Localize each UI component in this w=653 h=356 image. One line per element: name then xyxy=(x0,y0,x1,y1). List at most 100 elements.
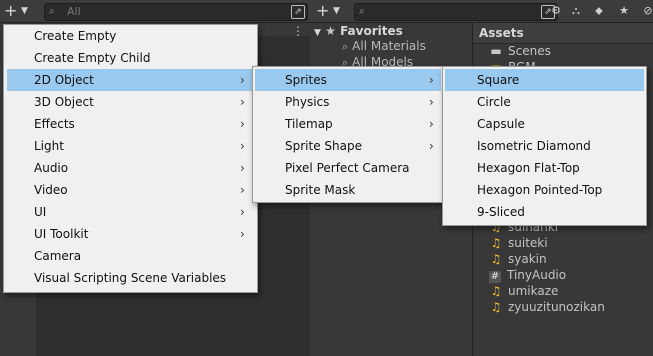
favorite-label: All Materials xyxy=(352,39,426,53)
more-options-icon[interactable]: ⋮ xyxy=(292,24,304,38)
assets-header: Assets xyxy=(473,23,653,44)
menu-item-3d-object[interactable]: 3D Object › xyxy=(4,91,257,113)
menu-item-label: Light xyxy=(34,139,64,153)
chevron-right-icon: › xyxy=(240,183,245,197)
menu-item-create-empty[interactable]: Create Empty xyxy=(4,25,257,47)
hierarchy-toolbar: + ▼ ⌕ All ⇗ xyxy=(0,0,310,23)
hierarchy-search-input[interactable]: ⌕ All ⇗ xyxy=(44,3,308,21)
menu-item-create-empty-child[interactable]: Create Empty Child xyxy=(4,47,257,69)
favorite-star-icon[interactable]: ★ xyxy=(616,3,632,19)
search-icon: ⌕ xyxy=(359,6,365,17)
asset-item[interactable]: ♫ suiteki xyxy=(489,236,548,250)
create-dropdown-button[interactable]: + ▼ xyxy=(4,2,34,20)
favorites-header[interactable]: ▼ ★ Favorites xyxy=(314,24,403,38)
menu-item-label: Camera xyxy=(34,249,82,263)
project-toolbar: + ▼ ⌕ ⇗ ⚙ ⛬ ⬥ ★ ⊘ xyxy=(310,0,653,23)
sprites-submenu: Square Circle Capsule Isometric Diamond … xyxy=(442,66,647,226)
chevron-down-icon: ▼ xyxy=(314,28,321,38)
project-search-input[interactable]: ⌕ ⇗ xyxy=(354,3,558,21)
menu-item-label: Hexagon Flat-Top xyxy=(477,161,580,175)
asset-label: TinyAudio xyxy=(507,268,567,282)
search-icon: ⌕ xyxy=(49,6,55,17)
create-context-menu: Create Empty Create Empty Child 2D Objec… xyxy=(3,24,258,293)
menu-item-visual-scripting-scene-variables[interactable]: Visual Scripting Scene Variables xyxy=(4,267,257,289)
menu-item-2d-object[interactable]: 2D Object › xyxy=(7,69,254,91)
chevron-down-icon: ▼ xyxy=(21,6,28,16)
asset-item[interactable]: ▬ Scenes xyxy=(489,44,551,58)
csharp-script-icon: # xyxy=(489,271,501,283)
project-create-button[interactable]: + ▼ xyxy=(316,2,346,20)
menu-item-label: 9-Sliced xyxy=(477,205,525,219)
menu-item-isometric-diamond[interactable]: Isometric Diamond xyxy=(443,135,646,157)
menu-item-light[interactable]: Light › xyxy=(4,135,257,157)
menu-item-square[interactable]: Square xyxy=(445,69,644,91)
menu-item-camera[interactable]: Camera xyxy=(4,245,257,267)
search-icon: ⌕ xyxy=(342,40,349,53)
audio-clip-icon: ♫ xyxy=(490,300,502,314)
search-placeholder: All xyxy=(67,5,81,18)
hidden-packages-icon[interactable]: ⊘ xyxy=(640,3,653,19)
chevron-right-icon: › xyxy=(429,95,434,109)
menu-item-tilemap[interactable]: Tilemap › xyxy=(253,113,443,135)
menu-item-effects[interactable]: Effects › xyxy=(4,113,257,135)
assets-title: Assets xyxy=(479,26,524,40)
menu-item-circle[interactable]: Circle xyxy=(443,91,646,113)
audio-clip-icon: ♫ xyxy=(490,252,502,266)
menu-item-label: UI xyxy=(34,205,47,219)
menu-item-pixel-perfect-camera[interactable]: Pixel Perfect Camera xyxy=(253,157,443,179)
menu-item-hexagon-flat-top[interactable]: Hexagon Flat-Top xyxy=(443,157,646,179)
asset-label: zyuuzitunozikan xyxy=(508,300,605,314)
menu-item-hexagon-pointed-top[interactable]: Hexagon Pointed-Top xyxy=(443,179,646,201)
chevron-right-icon: › xyxy=(429,73,434,87)
asset-label: umikaze xyxy=(508,284,559,298)
menu-item-9-sliced[interactable]: 9-Sliced xyxy=(443,201,646,223)
menu-item-label: Capsule xyxy=(477,117,525,131)
2d-object-submenu: Sprites › Physics › Tilemap › Sprite Shape ›… xyxy=(252,66,444,203)
menu-item-label: Video xyxy=(34,183,68,197)
asset-item[interactable]: ♫ umikaze xyxy=(489,284,559,298)
menu-item-capsule[interactable]: Capsule xyxy=(443,113,646,135)
chevron-right-icon: › xyxy=(240,117,245,131)
filter-by-type-icon[interactable]: ⚙ xyxy=(548,3,564,19)
asset-item[interactable]: # TinyAudio xyxy=(489,268,566,283)
menu-item-label: 3D Object xyxy=(34,95,94,109)
chevron-right-icon: › xyxy=(240,73,245,87)
menu-item-video[interactable]: Video › xyxy=(4,179,257,201)
menu-item-label: UI Toolkit xyxy=(34,227,89,241)
folder-icon: ▬ xyxy=(490,44,502,58)
search-by-scene-icon[interactable]: ⛬ xyxy=(568,3,584,19)
search-expand-icon[interactable]: ⇗ xyxy=(291,5,305,19)
asset-label: suiteki xyxy=(508,236,548,250)
chevron-right-icon: › xyxy=(429,117,434,131)
menu-item-label: Isometric Diamond xyxy=(477,139,591,153)
asset-label: Scenes xyxy=(508,44,551,58)
menu-item-label: Create Empty Child xyxy=(34,51,151,65)
menu-item-label: Tilemap xyxy=(285,117,333,131)
menu-item-label: Create Empty xyxy=(34,29,117,43)
favorite-item[interactable]: ⌕ All Materials xyxy=(342,39,426,54)
chevron-right-icon: › xyxy=(429,139,434,153)
menu-item-label: Visual Scripting Scene Variables xyxy=(34,271,227,285)
menu-item-label: Circle xyxy=(477,95,511,109)
menu-item-sprite-shape[interactable]: Sprite Shape › xyxy=(253,135,443,157)
menu-item-physics[interactable]: Physics › xyxy=(253,91,443,113)
asset-item[interactable]: ♫ syakin xyxy=(489,252,547,266)
menu-item-label: Pixel Perfect Camera xyxy=(285,161,410,175)
menu-item-label: Audio xyxy=(34,161,69,175)
chevron-down-icon: ▼ xyxy=(333,6,340,16)
menu-item-ui-toolkit[interactable]: UI Toolkit › xyxy=(4,223,257,245)
menu-item-sprites[interactable]: Sprites › xyxy=(255,69,441,91)
chevron-right-icon: › xyxy=(240,95,245,109)
chevron-right-icon: › xyxy=(240,227,245,241)
chevron-right-icon: › xyxy=(240,205,245,219)
asset-label: syakin xyxy=(508,252,547,266)
menu-item-ui[interactable]: UI › xyxy=(4,201,257,223)
menu-item-label: Square xyxy=(477,73,520,87)
menu-item-label: Physics xyxy=(285,95,330,109)
audio-clip-icon: ♫ xyxy=(490,284,502,298)
menu-item-label: Hexagon Pointed-Top xyxy=(477,183,603,197)
filter-by-label-icon[interactable]: ⬥ xyxy=(591,3,607,19)
menu-item-sprite-mask[interactable]: Sprite Mask xyxy=(253,179,443,201)
asset-item[interactable]: ♫ zyuuzitunozikan xyxy=(489,300,605,314)
menu-item-audio[interactable]: Audio › xyxy=(4,157,257,179)
